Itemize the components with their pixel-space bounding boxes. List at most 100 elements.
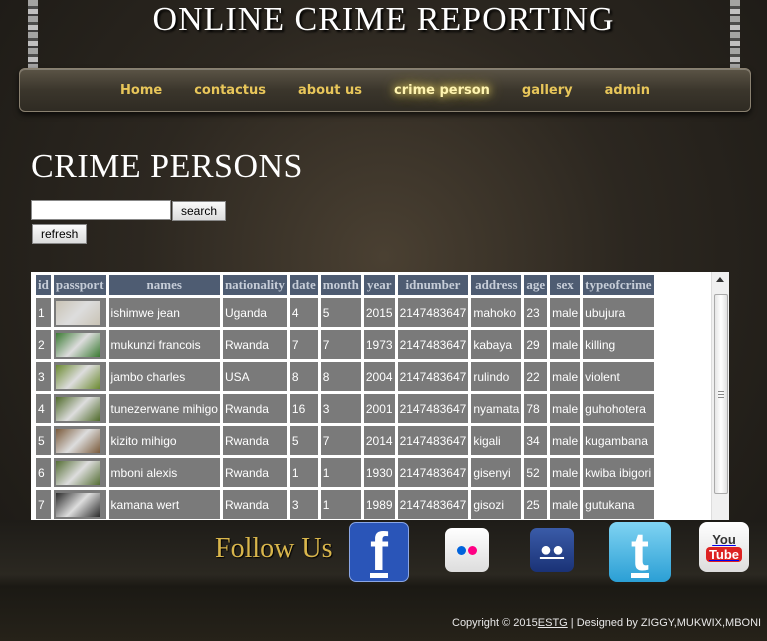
cell-idnumber: 2147483647	[397, 458, 469, 487]
twitter-icon[interactable]: t	[609, 522, 671, 582]
copyright-text: Copyright © 2015ESTG | Designed by ZIGGY…	[452, 617, 762, 629]
table-header-row: id passport names nationality date month year i…	[36, 275, 654, 295]
cell-sex: male	[550, 426, 581, 455]
cell-nationality: Rwanda	[222, 490, 287, 519]
refresh-button[interactable]: refresh	[32, 224, 88, 244]
column-header-date: date	[289, 275, 318, 295]
estg-link[interactable]: ESTG	[538, 617, 568, 629]
cell-year: 1989	[363, 490, 395, 519]
cell-age: 25	[524, 490, 548, 519]
cell-typeofcrime: guhohotera	[583, 394, 654, 423]
cell-names: mboni alexis	[108, 458, 220, 487]
cell-sex: male	[550, 330, 581, 359]
cell-typeofcrime: kwiba ibigori	[583, 458, 654, 487]
cell-idnumber: 2147483647	[397, 490, 469, 519]
nav-crime-person[interactable]: crime person	[392, 83, 492, 98]
nav-gallery[interactable]: gallery	[520, 83, 575, 98]
cell-month: 1	[320, 458, 361, 487]
main-navbar: Home contactus about us crime person gal…	[19, 68, 751, 112]
nav-home[interactable]: Home	[118, 83, 164, 98]
search-button[interactable]: search	[172, 201, 227, 221]
table-row[interactable]: 2 mukunzi francois Rwanda 7 7 1973 2147483647 k…	[36, 330, 654, 359]
cell-date: 7	[289, 330, 318, 359]
cell-typeofcrime: killing	[583, 330, 654, 359]
cell-typeofcrime: violent	[583, 362, 654, 391]
cell-year: 2015	[363, 298, 395, 327]
column-header-id: id	[36, 275, 51, 295]
cell-sex: male	[550, 362, 581, 391]
cell-nationality: USA	[222, 362, 287, 391]
cell-address: mahoko	[471, 298, 522, 327]
nav-admin[interactable]: admin	[603, 83, 652, 98]
nav-about-us[interactable]: about us	[296, 83, 364, 98]
cell-age: 29	[524, 330, 548, 359]
cell-names: ishimwe jean	[108, 298, 220, 327]
cell-names: kizito mihigo	[108, 426, 220, 455]
cell-date: 5	[289, 426, 318, 455]
cell-typeofcrime: kugambana	[583, 426, 654, 455]
cell-age: 52	[524, 458, 548, 487]
cell-id: 2	[36, 330, 51, 359]
column-header-nationality: nationality	[222, 275, 287, 295]
table-row[interactable]: 6 mboni alexis Rwanda 1 1 1930 2147483647 gisen…	[36, 458, 654, 487]
youtube-icon[interactable]: You Tube	[699, 522, 749, 572]
cell-id: 4	[36, 394, 51, 423]
passport-photo-cell	[53, 362, 106, 391]
cell-idnumber: 2147483647	[397, 298, 469, 327]
facebook-icon[interactable]: f	[349, 522, 409, 582]
column-header-address: address	[471, 275, 522, 295]
passport-photo-cell	[53, 298, 106, 327]
cell-names: tunezerwane mihigo	[108, 394, 220, 423]
crime-persons-table-container[interactable]: id passport names nationality date month year i…	[31, 272, 729, 520]
table-row[interactable]: 7 kamana wert Rwanda 3 1 1989 2147483647 gisozi…	[36, 490, 654, 519]
crime-persons-table: id passport names nationality date month year i…	[33, 272, 657, 520]
cell-month: 8	[320, 362, 361, 391]
passport-photo-icon	[55, 364, 100, 389]
page-title: CRIME PERSONS	[31, 148, 303, 185]
table-body: 1 ishimwe jean Uganda 4 5 2015 2147483647 mahok…	[36, 298, 654, 519]
nav-contactus[interactable]: contactus	[192, 83, 268, 98]
cell-names: mukunzi francois	[108, 330, 220, 359]
table-scrollbar[interactable]	[711, 272, 729, 520]
search-input[interactable]	[31, 200, 171, 220]
passport-photo-cell	[53, 458, 106, 487]
myspace-icon[interactable]: ●●	[530, 528, 574, 572]
cell-date: 3	[289, 490, 318, 519]
cell-idnumber: 2147483647	[397, 362, 469, 391]
cell-month: 1	[320, 490, 361, 519]
cell-typeofcrime: ubujura	[583, 298, 654, 327]
cell-month: 7	[320, 426, 361, 455]
cell-nationality: Rwanda	[222, 330, 287, 359]
passport-photo-icon	[55, 460, 100, 485]
table-row[interactable]: 4 tunezerwane mihigo Rwanda 16 3 2001 21474836…	[36, 394, 654, 423]
follow-us-label: Follow Us	[215, 533, 333, 564]
cell-year: 2001	[363, 394, 395, 423]
column-header-idnumber: idnumber	[397, 275, 469, 295]
passport-photo-cell	[53, 490, 106, 519]
scroll-up-arrow-icon[interactable]	[716, 277, 724, 282]
column-header-sex: sex	[550, 275, 581, 295]
cell-age: 34	[524, 426, 548, 455]
flickr-icon[interactable]	[445, 528, 489, 572]
table-row[interactable]: 5 kizito mihigo Rwanda 5 7 2014 2147483647 kiga…	[36, 426, 654, 455]
column-header-month: month	[320, 275, 361, 295]
cell-year: 1973	[363, 330, 395, 359]
cell-sex: male	[550, 490, 581, 519]
cell-date: 8	[289, 362, 318, 391]
column-header-typeofcrime: typeofcrime	[583, 275, 654, 295]
passport-photo-icon	[55, 428, 100, 453]
cell-typeofcrime: gutukana	[583, 490, 654, 519]
cell-id: 3	[36, 362, 51, 391]
cell-sex: male	[550, 458, 581, 487]
passport-photo-cell	[53, 426, 106, 455]
cell-id: 7	[36, 490, 51, 519]
cell-year: 2004	[363, 362, 395, 391]
table-row[interactable]: 1 ishimwe jean Uganda 4 5 2015 2147483647 mahok…	[36, 298, 654, 327]
cell-nationality: Rwanda	[222, 458, 287, 487]
passport-photo-cell	[53, 394, 106, 423]
cell-age: 23	[524, 298, 548, 327]
cell-id: 6	[36, 458, 51, 487]
scrollbar-thumb[interactable]	[714, 294, 728, 494]
table-row[interactable]: 3 jambo charles USA 8 8 2004 2147483647 rulindo…	[36, 362, 654, 391]
cell-idnumber: 2147483647	[397, 394, 469, 423]
